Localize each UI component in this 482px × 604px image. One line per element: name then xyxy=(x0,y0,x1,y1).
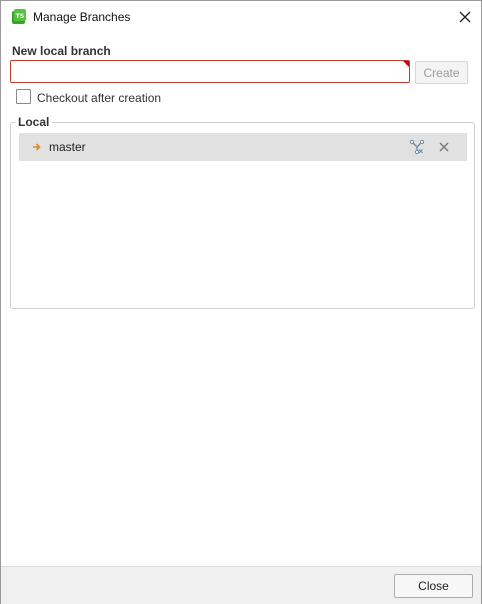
arrow-right-icon xyxy=(33,143,41,151)
app-icon: TS xyxy=(12,9,26,24)
app-icon-text: TS xyxy=(16,13,24,20)
validation-error-flag xyxy=(403,61,409,67)
close-icon[interactable] xyxy=(457,9,473,25)
dialog-footer: Close xyxy=(1,566,481,604)
branch-name: master xyxy=(49,140,86,154)
delete-icon[interactable] xyxy=(438,141,450,153)
new-branch-name-input[interactable] xyxy=(10,60,410,83)
manage-branches-dialog: TS Manage Branches New local branch Crea… xyxy=(0,0,482,604)
checkout-after-creation-label: Checkout after creation xyxy=(37,91,162,105)
window-title: Manage Branches xyxy=(33,10,131,24)
branch-row-master[interactable]: master xyxy=(19,133,467,161)
checkout-after-creation-checkbox[interactable] xyxy=(16,89,31,104)
new-local-branch-label: New local branch xyxy=(12,44,111,58)
local-branches-legend: Local xyxy=(15,115,53,129)
merge-icon[interactable] xyxy=(409,139,425,155)
title-bar: TS Manage Branches xyxy=(1,1,481,33)
close-button[interactable]: Close xyxy=(394,574,473,598)
create-button[interactable]: Create xyxy=(415,61,468,84)
